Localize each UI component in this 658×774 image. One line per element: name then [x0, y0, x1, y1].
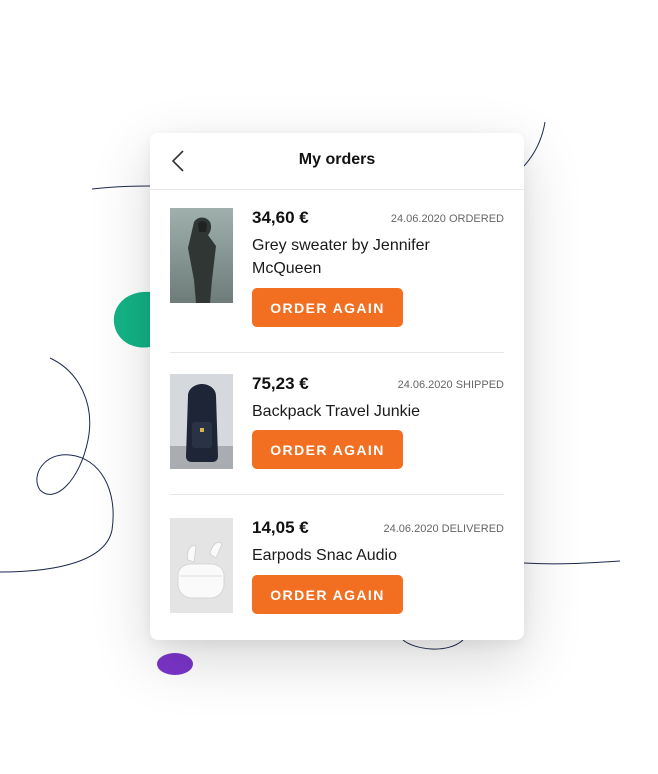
green-blob	[113, 291, 150, 348]
divider	[170, 352, 504, 353]
order-meta: 24.06.2020 ORDERED	[391, 213, 504, 225]
order-date: 24.06.2020	[383, 523, 439, 535]
order-price: 14,05 €	[252, 518, 309, 537]
doodle-line-right-top	[523, 121, 546, 167]
doodle-loop-left	[0, 357, 114, 573]
doodle-line-right	[523, 560, 621, 565]
page-title: My orders	[298, 151, 376, 168]
doodle-line-top	[91, 185, 151, 190]
order-item: 14,05 € 24.06.2020 DELIVERED Earpods Sna…	[170, 518, 504, 618]
order-price: 34,60 €	[252, 208, 309, 227]
product-name: Earpods Snac Audio	[252, 547, 397, 564]
order-meta: 24.06.2020 SHIPPED	[398, 379, 504, 391]
order-again-button[interactable]: ORDER AGAIN	[252, 575, 403, 614]
product-image-backpack	[170, 374, 233, 469]
order-date: 24.06.2020	[397, 379, 453, 391]
order-status: ORDERED	[448, 213, 504, 225]
doodle-line-bottom	[402, 639, 464, 650]
order-again-button[interactable]: ORDER AGAIN	[252, 430, 403, 469]
order-date: 24.06.2020	[390, 213, 446, 225]
order-status: SHIPPED	[455, 379, 504, 391]
order-meta: 24.06.2020 DELIVERED	[384, 523, 504, 535]
header-bar: My orders	[150, 133, 524, 190]
order-price: 75,23 €	[252, 374, 309, 393]
product-image-sweater	[170, 208, 233, 303]
product-name: Backpack Travel Junkie	[252, 403, 421, 420]
order-status: DELIVERED	[441, 523, 504, 535]
product-name: Grey sweater by Jennifer McQueen	[252, 237, 430, 277]
orders-card: My orders 34,60 € 24.06.2020 ORDERED Gre…	[150, 133, 524, 640]
purple-blob	[157, 653, 193, 675]
order-item: 34,60 € 24.06.2020 ORDERED Grey sweater …	[170, 208, 504, 328]
divider	[170, 494, 504, 495]
product-image-earpods	[170, 518, 233, 613]
order-again-button[interactable]: ORDER AGAIN	[252, 288, 403, 327]
order-item: 75,23 € 24.06.2020 SHIPPED Backpack Trav…	[170, 374, 504, 474]
